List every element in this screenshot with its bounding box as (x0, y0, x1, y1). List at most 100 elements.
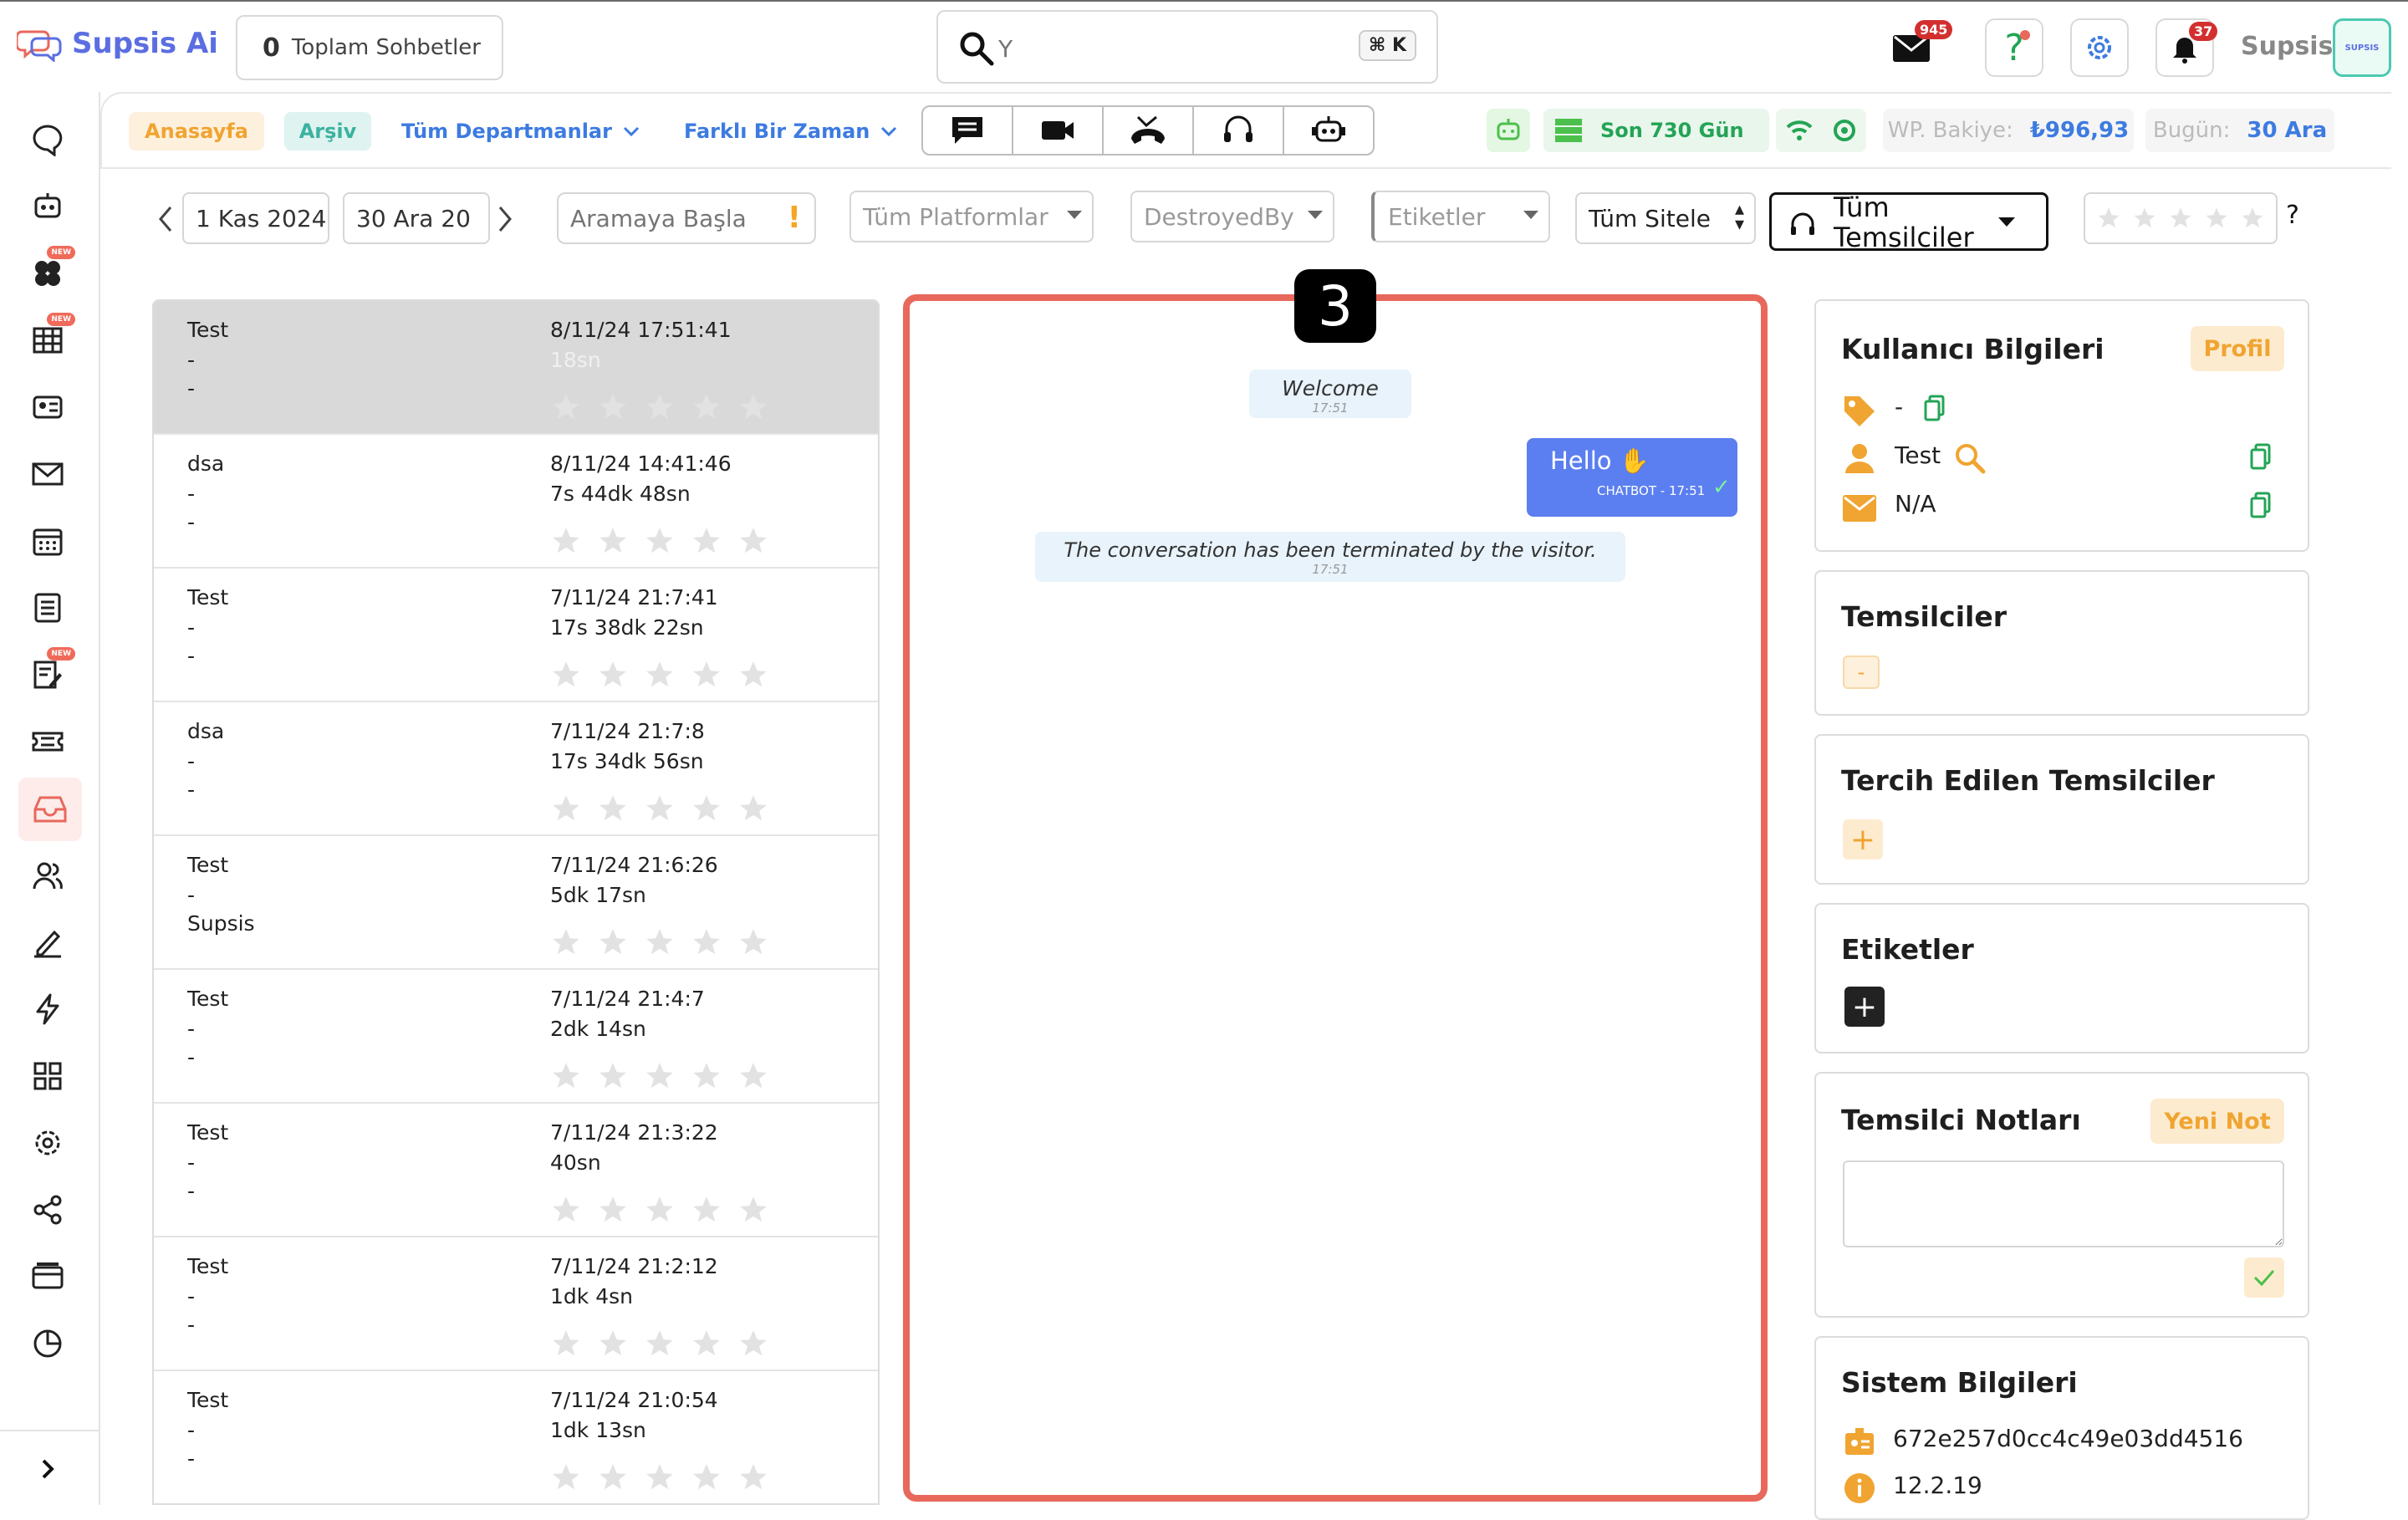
conversation-row[interactable]: dsa - - 7/11/24 21:7:8 17s 34dk 56sn (154, 702, 878, 836)
star-icon[interactable] (644, 391, 676, 423)
tab-archive[interactable]: Arşiv (284, 112, 371, 150)
connection-status[interactable] (1776, 109, 1866, 152)
star-icon[interactable] (550, 391, 582, 423)
star-icon[interactable] (2096, 206, 2121, 231)
star-icon[interactable] (2204, 206, 2229, 231)
star-icon[interactable] (737, 926, 769, 958)
sidebar-item-apps[interactable]: NEW (27, 246, 75, 294)
search-box[interactable]: ⌘ K (936, 10, 1438, 84)
star-icon[interactable] (737, 1461, 769, 1493)
notifications-button[interactable]: 37 (2155, 18, 2218, 77)
star-icon[interactable] (597, 793, 629, 824)
star-icon[interactable] (691, 525, 722, 557)
agents-dropdown[interactable]: Tüm Temsilciler (1769, 191, 2048, 253)
prev-date-button[interactable] (156, 204, 176, 234)
star-icon[interactable] (597, 1060, 629, 1092)
bot-status-button[interactable] (1487, 109, 1530, 152)
mail-button[interactable]: 945 (1891, 20, 1953, 69)
conversation-row[interactable]: Test - - 7/11/24 21:3:22 40sn (154, 1104, 878, 1237)
star-icon[interactable] (550, 926, 582, 958)
search-input[interactable] (998, 30, 1333, 67)
star-icon[interactable] (644, 793, 676, 824)
save-note-button[interactable] (2244, 1257, 2284, 1298)
conversation-row[interactable]: Test - - 7/11/24 21:2:12 1dk 4sn (154, 1237, 878, 1371)
star-icon[interactable] (691, 1194, 722, 1226)
agents-placeholder[interactable]: - (1843, 655, 1880, 689)
sidebar-item-signature[interactable] (27, 921, 69, 963)
star-icon[interactable] (550, 525, 582, 557)
tab-home[interactable]: Anasayfa (129, 112, 264, 150)
star-icon[interactable] (737, 1194, 769, 1226)
star-icon[interactable] (737, 1328, 769, 1359)
sites-select[interactable]: Tüm Sitele ▴ ▾ (1575, 192, 1756, 244)
star-icon[interactable] (691, 793, 722, 824)
sidebar-item-reports[interactable] (27, 1323, 69, 1364)
conversation-search[interactable]: ! (557, 192, 816, 244)
star-icon[interactable] (597, 391, 629, 423)
star-icon[interactable] (550, 659, 582, 691)
star-icon[interactable] (737, 525, 769, 557)
add-preferred-agent-button[interactable]: + (1843, 819, 1883, 859)
note-textarea[interactable] (1843, 1160, 2284, 1247)
sidebar-item-dashboard[interactable] (27, 1055, 69, 1097)
star-icon[interactable] (2168, 206, 2193, 231)
sidebar-item-share[interactable] (27, 1189, 69, 1231)
copy-icon[interactable] (2249, 492, 2273, 518)
star-icon[interactable] (644, 1328, 676, 1359)
star-icon[interactable] (550, 1328, 582, 1359)
channel-support[interactable] (1192, 105, 1284, 156)
new-note-button[interactable]: Yeni Not (2150, 1099, 2284, 1144)
sidebar-item-billing[interactable] (27, 1256, 69, 1298)
conversation-row[interactable]: Test - - 8/11/24 17:51:41 18sn (154, 301, 878, 435)
star-icon[interactable] (691, 1328, 722, 1359)
star-icon[interactable] (2132, 206, 2157, 231)
star-icon[interactable] (737, 1060, 769, 1092)
sidebar-item-bot[interactable] (27, 186, 69, 227)
sidebar-item-lists[interactable] (27, 587, 69, 629)
copy-icon[interactable] (2249, 443, 2273, 470)
days-filter[interactable]: Son 730 Gün (1543, 109, 1769, 152)
sidebar-item-contacts[interactable] (27, 386, 69, 428)
next-date-button[interactable] (495, 204, 515, 234)
user-avatar[interactable]: SUPSIS (2333, 18, 2391, 77)
sidebar-expand-button[interactable] (27, 1448, 69, 1490)
channel-chat[interactable] (921, 105, 1013, 156)
conversation-row[interactable]: Test - - 7/11/24 21:4:7 2dk 14sn (154, 970, 878, 1104)
add-tag-button[interactable]: + (1844, 987, 1885, 1027)
settings-button[interactable] (2070, 18, 2129, 77)
sidebar-item-settings[interactable] (27, 1122, 69, 1164)
conversation-row[interactable]: Test - - 7/11/24 21:0:54 1dk 13sn (154, 1371, 878, 1503)
star-icon[interactable] (597, 926, 629, 958)
conversation-row[interactable]: Test - - 7/11/24 21:7:41 17s 38dk 22sn (154, 569, 878, 702)
star-icon[interactable] (550, 1194, 582, 1226)
star-icon[interactable] (550, 1461, 582, 1493)
date-start-input[interactable]: 1 Kas 2024 (182, 192, 329, 244)
sidebar-item-archive[interactable] (18, 778, 82, 841)
channel-call[interactable] (1102, 105, 1194, 156)
total-conversations-box[interactable]: 0 Toplam Sohbetler (236, 15, 503, 80)
conversation-row[interactable]: dsa - - 8/11/24 14:41:46 7s 44dk 48sn (154, 435, 878, 569)
star-icon[interactable] (691, 926, 722, 958)
star-icon[interactable] (644, 1060, 676, 1092)
star-icon[interactable] (597, 659, 629, 691)
star-icon[interactable] (597, 525, 629, 557)
sidebar-item-table[interactable]: NEW (27, 313, 75, 361)
star-icon[interactable] (691, 659, 722, 691)
star-icon[interactable] (597, 1194, 629, 1226)
channel-bot[interactable] (1283, 105, 1375, 156)
help-button[interactable]: ? (1985, 18, 2043, 77)
sidebar-item-users[interactable] (27, 854, 69, 896)
platforms-dropdown[interactable]: Tüm Platformlar (849, 191, 1094, 242)
star-icon[interactable] (644, 1461, 676, 1493)
rating-help[interactable]: ? (2286, 201, 2299, 230)
sidebar-item-forms[interactable]: NEW (27, 647, 75, 696)
star-icon[interactable] (2240, 206, 2265, 231)
star-icon[interactable] (691, 1060, 722, 1092)
date-end-input[interactable]: 30 Ara 20 (343, 192, 490, 244)
star-icon[interactable] (691, 1461, 722, 1493)
conversation-search-input[interactable] (570, 204, 779, 232)
star-icon[interactable] (550, 1060, 582, 1092)
sidebar-item-tickets[interactable] (27, 721, 69, 763)
time-dropdown[interactable]: Farklı Bir Zaman (662, 112, 905, 150)
star-icon[interactable] (597, 1328, 629, 1359)
